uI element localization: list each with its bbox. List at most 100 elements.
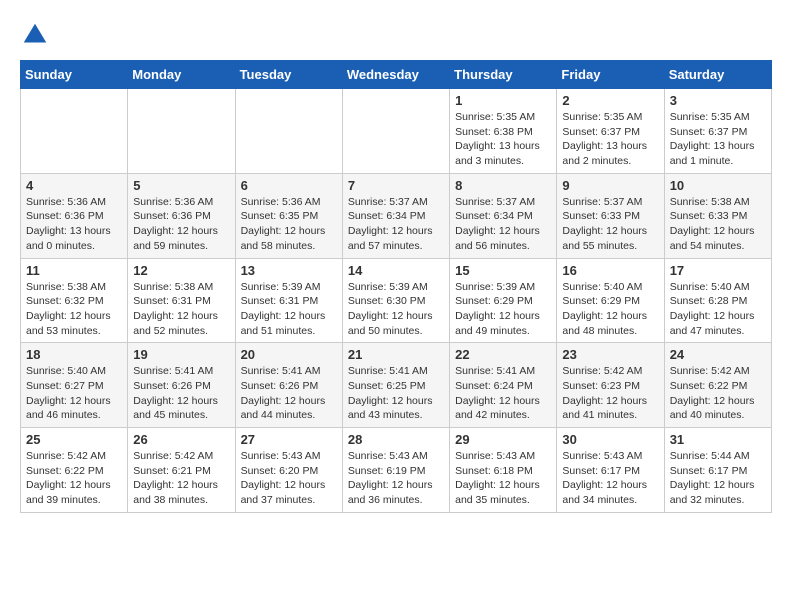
logo-icon [20,20,50,50]
calendar-cell: 17 Sunrise: 5:40 AM Sunset: 6:28 PM Dayli… [664,258,771,343]
calendar-cell: 8Sunrise: 5:37 AM Sunset: 6:34 PM Daylig… [450,173,557,258]
day-info: Sunrise: 5:37 AM Sunset: 6:34 PM Dayligh… [348,195,444,254]
day-number: 30 [562,432,658,447]
day-info: Sunrise: 5:36 AM Sunset: 6:36 PM Dayligh… [26,195,122,254]
day-number: 31 [670,432,766,447]
column-header-wednesday: Wednesday [342,61,449,89]
day-info: Sunrise: 5:40 AM Sunset: 6:28 PM Dayligh… [670,280,766,339]
calendar-cell: 9 Sunrise: 5:37 AM Sunset: 6:33 PM Daylig… [557,173,664,258]
day-number: 11 [26,263,122,278]
calendar-cell [128,89,235,174]
day-number: 7 [348,178,444,193]
day-number: 16 [562,263,658,278]
day-number: 6 [241,178,337,193]
calendar-cell: 31 Sunrise: 5:44 AM Sunset: 6:17 PM Dayli… [664,428,771,513]
calendar-cell [21,89,128,174]
calendar-cell: 3 Sunrise: 5:35 AM Sunset: 6:37 PM Daylig… [664,89,771,174]
day-info: Sunrise: 5:41 AM Sunset: 6:26 PM Dayligh… [241,364,337,423]
day-info: Sunrise: 5:37 AM Sunset: 6:34 PM Dayligh… [455,195,551,254]
calendar-cell: 10 Sunrise: 5:38 AM Sunset: 6:33 PM Dayli… [664,173,771,258]
calendar-cell: 28Sunrise: 5:43 AM Sunset: 6:19 PM Dayli… [342,428,449,513]
calendar-cell [235,89,342,174]
calendar-cell: 30 Sunrise: 5:43 AM Sunset: 6:17 PM Dayli… [557,428,664,513]
day-info: Sunrise: 5:38 AM Sunset: 6:33 PM Dayligh… [670,195,766,254]
day-number: 13 [241,263,337,278]
day-number: 18 [26,347,122,362]
calendar-cell: 21 Sunrise: 5:41 AM Sunset: 6:25 PM Dayli… [342,343,449,428]
day-info: Sunrise: 5:36 AM Sunset: 6:36 PM Dayligh… [133,195,229,254]
calendar-cell: 6 Sunrise: 5:36 AM Sunset: 6:35 PM Daylig… [235,173,342,258]
day-info: Sunrise: 5:39 AM Sunset: 6:29 PM Dayligh… [455,280,551,339]
calendar-header-row: SundayMondayTuesdayWednesdayThursdayFrid… [21,61,772,89]
day-number: 17 [670,263,766,278]
day-number: 24 [670,347,766,362]
day-number: 25 [26,432,122,447]
calendar-cell: 4 Sunrise: 5:36 AM Sunset: 6:36 PM Daylig… [21,173,128,258]
day-number: 10 [670,178,766,193]
day-number: 22 [455,347,551,362]
day-number: 23 [562,347,658,362]
day-number: 1 [455,93,551,108]
calendar-cell: 13 Sunrise: 5:39 AM Sunset: 6:31 PM Dayli… [235,258,342,343]
day-info: Sunrise: 5:40 AM Sunset: 6:29 PM Dayligh… [562,280,658,339]
column-header-saturday: Saturday [664,61,771,89]
calendar-cell [342,89,449,174]
day-number: 21 [348,347,444,362]
day-info: Sunrise: 5:36 AM Sunset: 6:35 PM Dayligh… [241,195,337,254]
calendar-cell: 27 Sunrise: 5:43 AM Sunset: 6:20 PM Dayli… [235,428,342,513]
day-number: 9 [562,178,658,193]
day-info: Sunrise: 5:41 AM Sunset: 6:25 PM Dayligh… [348,364,444,423]
day-number: 28 [348,432,444,447]
day-info: Sunrise: 5:38 AM Sunset: 6:32 PM Dayligh… [26,280,122,339]
calendar-cell: 7 Sunrise: 5:37 AM Sunset: 6:34 PM Daylig… [342,173,449,258]
day-number: 26 [133,432,229,447]
calendar-cell: 2 Sunrise: 5:35 AM Sunset: 6:37 PM Daylig… [557,89,664,174]
day-number: 15 [455,263,551,278]
day-number: 19 [133,347,229,362]
day-info: Sunrise: 5:42 AM Sunset: 6:23 PM Dayligh… [562,364,658,423]
calendar-cell: 15 Sunrise: 5:39 AM Sunset: 6:29 PM Dayli… [450,258,557,343]
calendar-week-row: 18 Sunrise: 5:40 AM Sunset: 6:27 PM Dayli… [21,343,772,428]
day-info: Sunrise: 5:42 AM Sunset: 6:22 PM Dayligh… [670,364,766,423]
calendar-cell: 20Sunrise: 5:41 AM Sunset: 6:26 PM Dayli… [235,343,342,428]
day-info: Sunrise: 5:39 AM Sunset: 6:31 PM Dayligh… [241,280,337,339]
calendar-cell: 14Sunrise: 5:39 AM Sunset: 6:30 PM Dayli… [342,258,449,343]
column-header-sunday: Sunday [21,61,128,89]
column-header-monday: Monday [128,61,235,89]
logo [20,20,56,50]
day-info: Sunrise: 5:40 AM Sunset: 6:27 PM Dayligh… [26,364,122,423]
calendar-cell: 24 Sunrise: 5:42 AM Sunset: 6:22 PM Dayli… [664,343,771,428]
day-info: Sunrise: 5:43 AM Sunset: 6:18 PM Dayligh… [455,449,551,508]
day-info: Sunrise: 5:37 AM Sunset: 6:33 PM Dayligh… [562,195,658,254]
day-info: Sunrise: 5:43 AM Sunset: 6:17 PM Dayligh… [562,449,658,508]
column-header-tuesday: Tuesday [235,61,342,89]
calendar-cell: 23 Sunrise: 5:42 AM Sunset: 6:23 PM Dayli… [557,343,664,428]
day-info: Sunrise: 5:35 AM Sunset: 6:37 PM Dayligh… [670,110,766,169]
day-info: Sunrise: 5:41 AM Sunset: 6:26 PM Dayligh… [133,364,229,423]
day-info: Sunrise: 5:38 AM Sunset: 6:31 PM Dayligh… [133,280,229,339]
calendar-cell: 18 Sunrise: 5:40 AM Sunset: 6:27 PM Dayli… [21,343,128,428]
calendar-week-row: 1 Sunrise: 5:35 AM Sunset: 6:38 PM Daylig… [21,89,772,174]
day-number: 2 [562,93,658,108]
day-info: Sunrise: 5:35 AM Sunset: 6:38 PM Dayligh… [455,110,551,169]
day-number: 27 [241,432,337,447]
day-info: Sunrise: 5:43 AM Sunset: 6:20 PM Dayligh… [241,449,337,508]
day-info: Sunrise: 5:44 AM Sunset: 6:17 PM Dayligh… [670,449,766,508]
calendar-week-row: 25Sunrise: 5:42 AM Sunset: 6:22 PM Dayli… [21,428,772,513]
day-number: 4 [26,178,122,193]
day-number: 29 [455,432,551,447]
page-header [20,20,772,50]
day-number: 3 [670,93,766,108]
day-info: Sunrise: 5:39 AM Sunset: 6:30 PM Dayligh… [348,280,444,339]
day-info: Sunrise: 5:35 AM Sunset: 6:37 PM Dayligh… [562,110,658,169]
day-info: Sunrise: 5:41 AM Sunset: 6:24 PM Dayligh… [455,364,551,423]
column-header-friday: Friday [557,61,664,89]
calendar-cell: 25Sunrise: 5:42 AM Sunset: 6:22 PM Dayli… [21,428,128,513]
calendar-cell: 1 Sunrise: 5:35 AM Sunset: 6:38 PM Daylig… [450,89,557,174]
column-header-thursday: Thursday [450,61,557,89]
day-info: Sunrise: 5:42 AM Sunset: 6:21 PM Dayligh… [133,449,229,508]
day-number: 12 [133,263,229,278]
calendar-week-row: 11 Sunrise: 5:38 AM Sunset: 6:32 PM Dayli… [21,258,772,343]
calendar-cell: 5Sunrise: 5:36 AM Sunset: 6:36 PM Daylig… [128,173,235,258]
calendar-cell: 11 Sunrise: 5:38 AM Sunset: 6:32 PM Dayli… [21,258,128,343]
